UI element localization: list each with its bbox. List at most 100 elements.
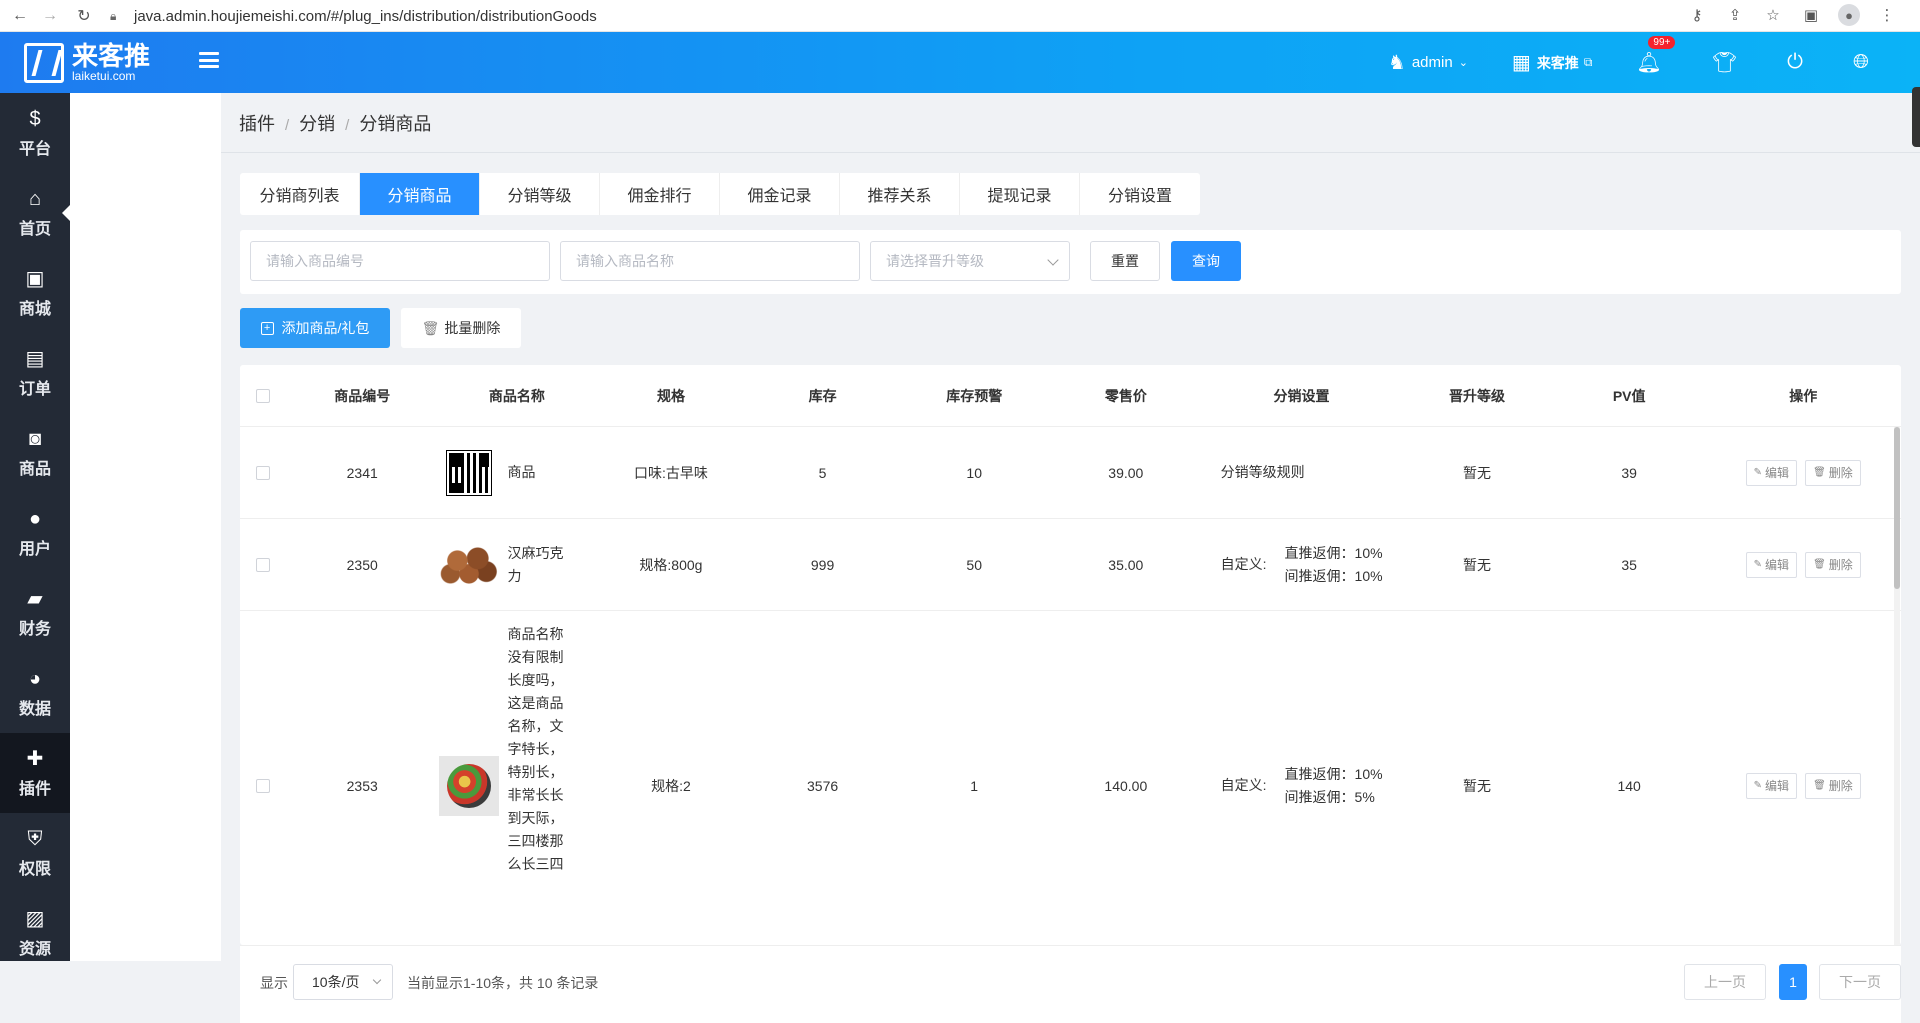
distribution-rule: 分销等级规则 [1220, 464, 1305, 480]
tab-commission-rank[interactable]: 佣金排行 [600, 173, 720, 215]
top-header: 来客推 laiketui.com ♞ admin ⌄ ▦ 来客推 ⧉ 🔔︎ 99… [0, 32, 1920, 147]
page-1-button[interactable]: 1 [1779, 964, 1807, 1000]
sidebar-item-mall[interactable]: ▣ 商城 [0, 253, 70, 333]
cell-price: 35.00 [1108, 556, 1144, 573]
sidebar-item-plugins[interactable]: ✚ 插件 [0, 733, 70, 813]
tab-commission-records[interactable]: 佣金记录 [720, 173, 840, 215]
sidepanel-icon[interactable]: ▣ [1800, 4, 1822, 26]
cell-distribution: 自定义: 直推返佣：10% 间推返佣：10% [1202, 542, 1402, 588]
tab-levels[interactable]: 分销等级 [480, 173, 600, 215]
sidebar-item-users[interactable]: ● 用户 [0, 493, 70, 573]
home-icon: ⌂ [28, 188, 42, 210]
shirt-icon: 👕︎ [1711, 52, 1738, 74]
key-icon[interactable]: ⚷ [1686, 4, 1708, 26]
bag-icon: ◙ [28, 428, 42, 450]
theme-button[interactable]: 👕︎ [1712, 50, 1743, 75]
tab-withdrawals[interactable]: 提现记录 [960, 173, 1080, 215]
record-info: 当前显示1-10条，共 10 条记录 [407, 975, 599, 991]
cell-warning: 10 [966, 464, 982, 481]
query-button[interactable]: 查询 [1171, 241, 1241, 281]
logo-mark-icon [24, 42, 64, 83]
logo[interactable]: 来客推 laiketui.com [24, 42, 150, 83]
prev-page-button[interactable]: 上一页 [1684, 964, 1766, 1000]
row-checkbox[interactable] [255, 778, 270, 793]
tab-referrals[interactable]: 推荐关系 [840, 173, 960, 215]
cell-level: 暂无 [1463, 464, 1492, 481]
header-actions: 操作 [1789, 387, 1818, 404]
lock-icon: 🔒︎ [110, 8, 117, 23]
add-goods-label: 添加商品/礼包 [281, 320, 370, 336]
header-distribution: 分销设置 [1273, 387, 1330, 404]
sub-navigation-panel [70, 93, 221, 961]
page-size-label: 显示 [260, 975, 288, 991]
reload-icon[interactable]: ↻ [70, 2, 98, 30]
page-size-select[interactable]: 10条/页 [293, 964, 393, 1000]
logout-button[interactable]: ⏻ [1787, 51, 1809, 74]
menu-dots-icon[interactable]: ⋮ [1876, 4, 1898, 26]
add-goods-button[interactable]: + 添加商品/礼包 [240, 308, 390, 348]
delete-button[interactable]: 🗑︎ 删除 [1805, 772, 1861, 799]
level-select[interactable]: 请选择晋升等级 [870, 241, 1070, 281]
back-icon[interactable]: ← [6, 2, 34, 30]
edit-icon: ✎ [1753, 780, 1763, 791]
chevron-down-icon: ⌄ [1458, 57, 1468, 69]
sidebar-item-label: 权限 [18, 861, 51, 878]
indirect-commission: 间推返佣：5% [1284, 788, 1375, 805]
language-button[interactable]: 🌐︎ [1853, 51, 1875, 74]
share-icon[interactable]: ⇪ [1724, 4, 1746, 26]
table-row: 2341 商品 口味:古早味 5 10 39.00 分销等级规则 暂无 39 ✎… [240, 427, 1901, 519]
tab-bar: 分销商列表 分销商品 分销等级 佣金排行 佣金记录 推荐关系 提现记录 分销设置 [240, 173, 1200, 215]
main-content: 插件 / 分销 / 分销商品 分销商列表 分销商品 分销等级 佣金排行 佣金记录 推荐关… [221, 93, 1920, 1023]
cell-spec: 规格:800g [639, 556, 703, 573]
delete-button[interactable]: 🗑︎ 删除 [1805, 551, 1861, 578]
sidebar-item-orders[interactable]: ▤ 订单 [0, 333, 70, 413]
header-code: 商品编号 [334, 387, 391, 404]
next-page-button[interactable]: 下一页 [1819, 964, 1901, 1000]
tab-distributors[interactable]: 分销商列表 [240, 173, 360, 215]
row-checkbox[interactable] [255, 465, 270, 480]
forward-icon[interactable]: → [36, 2, 64, 30]
menu-toggle-icon[interactable] [199, 52, 219, 68]
tab-distribution-goods[interactable]: 分销商品 [360, 173, 480, 215]
breadcrumb-item[interactable]: 分销 [299, 114, 335, 134]
tab-settings[interactable]: 分销设置 [1080, 173, 1200, 215]
row-checkbox[interactable] [255, 557, 270, 572]
sidebar-item-permissions[interactable]: ⛨ 权限 [0, 813, 70, 893]
edit-button[interactable]: ✎ 编辑 [1745, 459, 1798, 486]
address-bar[interactable]: 🔒︎ java.admin.houjiemeishi.com/#/plug_in… [110, 4, 1710, 28]
edit-button[interactable]: ✎ 编辑 [1745, 551, 1798, 578]
distribution-mode: 自定义: [1220, 777, 1267, 793]
goods-code-input[interactable]: 请输入商品编号 [250, 241, 550, 281]
sidebar-item-home[interactable]: ⌂ 首页 [0, 173, 70, 253]
batch-delete-label: 批量删除 [444, 320, 501, 336]
sidebar-item-resources[interactable]: ▨ 资源 [0, 893, 70, 973]
sidebar-item-label: 首页 [18, 221, 51, 238]
edit-button[interactable]: ✎ 编辑 [1745, 772, 1798, 799]
breadcrumb-item[interactable]: 插件 [239, 114, 275, 134]
batch-delete-button[interactable]: 🗑︎ 批量删除 [401, 308, 521, 348]
scrollbar-thumb[interactable] [1894, 427, 1900, 589]
sidebar-item-platform[interactable]: $ 平台 [0, 93, 70, 173]
table-row: 2353 商品名称没有限制长度吗，这是商品名称，文字特长，特别长，非常长长到天际… [240, 611, 1901, 945]
select-all-checkbox[interactable] [255, 388, 270, 403]
user-name: admin [1411, 54, 1453, 71]
sidebar-item-goods[interactable]: ◙ 商品 [0, 413, 70, 493]
star-icon[interactable]: ☆ [1762, 4, 1784, 26]
notification-button[interactable]: 🔔︎ 99+ [1636, 36, 1676, 75]
delete-button[interactable]: 🗑︎ 删除 [1805, 459, 1861, 486]
cell-distribution: 分销等级规则 [1202, 461, 1402, 484]
sidebar-item-data[interactable]: ◕ 数据 [0, 653, 70, 733]
reset-button[interactable]: 重置 [1090, 241, 1160, 281]
sidebar-item-label: 用户 [18, 541, 51, 558]
logo-name: 来客推 [72, 41, 151, 71]
puzzle-icon: ✚ [26, 748, 44, 770]
profile-avatar-icon[interactable]: ● [1838, 4, 1860, 26]
table-scrollbar[interactable] [1894, 427, 1900, 945]
cell-spec: 规格:2 [651, 777, 691, 794]
cell-spec: 口味:古早味 [634, 464, 708, 481]
user-menu[interactable]: ♞ admin ⌄ [1388, 50, 1468, 75]
store-link[interactable]: ▦ 来客推 ⧉ [1512, 50, 1592, 75]
trash-icon: 🗑︎ [1813, 467, 1826, 478]
sidebar-item-finance[interactable]: ▰ 财务 [0, 573, 70, 653]
goods-name-input[interactable]: 请输入商品名称 [560, 241, 860, 281]
